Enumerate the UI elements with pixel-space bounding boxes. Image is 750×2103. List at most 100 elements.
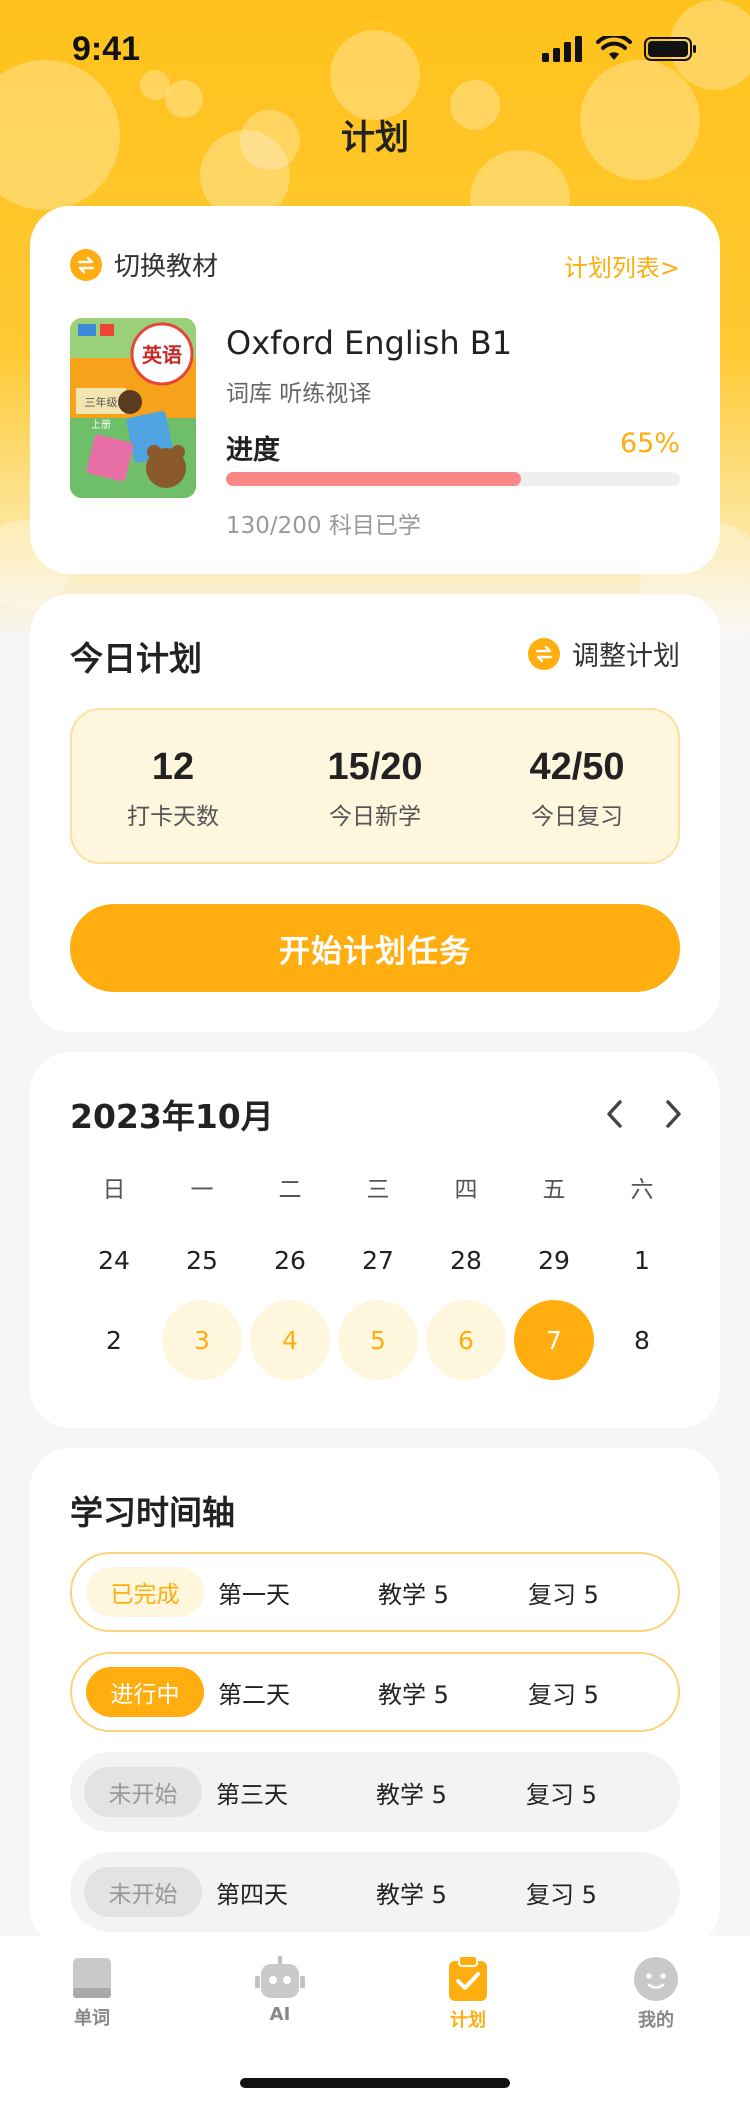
chevron-right-icon (666, 1100, 681, 1128)
status-badge: 已完成 (86, 1567, 204, 1617)
progress-count: 130/200 科目已学 (226, 513, 421, 539)
today-stats: 12 打卡天数 15/20 今日新学 42/50 今日复习 (70, 708, 680, 864)
today-plan-card: 今日计划 调整计划 12 打卡天数 15/20 今日新学 42/50 今日复习 … (30, 594, 720, 1032)
profile-icon (634, 1957, 678, 2001)
svg-text:三年级: 三年级 (85, 395, 118, 409)
page-title: 计划 (341, 118, 409, 158)
svg-text:英语: 英语 (142, 343, 182, 367)
signal-icon (542, 36, 582, 62)
battery-icon (644, 37, 696, 61)
adjust-plan-label: 调整计划 (572, 641, 680, 672)
timeline-teach: 教学 5 (376, 1880, 447, 1909)
clipboard-check-icon (449, 1956, 487, 2001)
tab-plan[interactable]: 计划 (408, 1956, 528, 2032)
status-badge: 进行中 (86, 1667, 204, 1717)
status-badge: 未开始 (84, 1867, 202, 1917)
calendar-day[interactable]: 27 (334, 1220, 422, 1300)
timeline-review: 复习 5 (526, 1880, 597, 1909)
timeline-review: 复习 5 (528, 1580, 599, 1609)
robot-icon (255, 1956, 305, 1998)
calendar-day[interactable]: 25 (158, 1220, 246, 1300)
timeline-teach: 教学 5 (378, 1580, 449, 1609)
stat-label: 打卡天数 (127, 804, 219, 830)
progress-label: 进度 (226, 435, 280, 466)
calendar-day-planned[interactable]: 5 (334, 1300, 422, 1380)
timeline-review: 复习 5 (528, 1680, 599, 1709)
timeline-day: 第一天 (218, 1580, 290, 1609)
day-marker: 3 (162, 1300, 242, 1380)
chevron-left-icon (607, 1100, 622, 1128)
calendar-day[interactable]: 8 (598, 1300, 686, 1380)
progress-bar-fill (226, 472, 522, 486)
status-time: 9:41 (72, 30, 141, 68)
tab-profile[interactable]: 我的 (596, 1956, 716, 2032)
calendar-day[interactable]: 28 (422, 1220, 510, 1300)
tab-label: 我的 (638, 2010, 674, 2031)
progress-bar (226, 472, 680, 486)
timeline-title: 学习时间轴 (70, 1493, 235, 1532)
weekday-header: 日 一 二 三 四 五 六 (70, 1162, 686, 1212)
stat-value: 15/20 (327, 746, 423, 788)
weekday-label: 二 (278, 1177, 302, 1203)
calendar-day[interactable]: 2 (70, 1300, 158, 1380)
stat-label: 今日复习 (531, 804, 623, 830)
stat-checkin-days: 12 打卡天数 (72, 710, 274, 862)
wifi-icon (596, 36, 632, 60)
start-plan-button[interactable]: 开始计划任务 (70, 904, 680, 992)
swap-icon (528, 637, 560, 670)
calendar-week: 2 3 4 5 6 7 8 (70, 1300, 686, 1380)
weekday-label: 日 (102, 1177, 126, 1203)
timeline-teach: 教学 5 (378, 1680, 449, 1709)
calendar-day[interactable]: 1 (598, 1220, 686, 1300)
timeline-review: 复习 5 (526, 1780, 597, 1809)
stat-review-today: 42/50 今日复习 (476, 710, 678, 862)
tab-ai[interactable]: AI (220, 1956, 340, 2025)
timeline-row[interactable]: 进行中 第二天 教学 5 复习 5 (70, 1652, 680, 1732)
weekday-label: 四 (454, 1177, 478, 1203)
stat-label: 今日新学 (329, 804, 421, 830)
textbook-subtitle: 词库 听练视译 (226, 381, 372, 407)
timeline-day: 第二天 (218, 1680, 290, 1709)
calendar-day[interactable]: 29 (510, 1220, 598, 1300)
switch-textbook-button[interactable]: 切换教材 (70, 246, 218, 283)
day-marker: 4 (250, 1300, 330, 1380)
calendar-day-planned[interactable]: 3 (158, 1300, 246, 1380)
calendar-day-planned[interactable]: 4 (246, 1300, 334, 1380)
textbook-cover: 英语 三年级 上册 (70, 318, 196, 498)
status-badge: 未开始 (84, 1767, 202, 1817)
prev-month-button[interactable] (594, 1094, 634, 1134)
calendar-card: 2023年10月 日 一 二 三 四 五 六 24 25 26 27 28 29… (30, 1052, 720, 1428)
today-plan-title: 今日计划 (70, 639, 202, 678)
tab-label: 计划 (450, 2010, 486, 2031)
calendar-day-selected[interactable]: 7 (510, 1300, 598, 1380)
switch-textbook-label: 切换教材 (114, 252, 219, 282)
day-marker: 6 (426, 1300, 506, 1380)
calendar-day[interactable]: 24 (70, 1220, 158, 1300)
tab-label: 单词 (74, 2008, 110, 2029)
stat-new-today: 15/20 今日新学 (274, 710, 476, 862)
swap-icon (70, 248, 102, 281)
day-marker: 5 (338, 1300, 418, 1380)
progress-percent: 65% (619, 428, 680, 459)
timeline-row[interactable]: 未开始 第三天 教学 5 复习 5 (70, 1752, 680, 1832)
weekday-label: 一 (190, 1177, 214, 1203)
weekday-label: 五 (542, 1177, 566, 1203)
weekday-label: 三 (366, 1177, 390, 1203)
timeline-row[interactable]: 已完成 第一天 教学 5 复习 5 (70, 1552, 680, 1632)
weekday-label: 六 (630, 1177, 654, 1203)
timeline-teach: 教学 5 (376, 1780, 447, 1809)
stat-value: 42/50 (529, 746, 625, 788)
tab-label: AI (269, 2004, 291, 2025)
svg-text:上册: 上册 (91, 419, 111, 431)
day-marker: 7 (514, 1300, 594, 1380)
next-month-button[interactable] (654, 1094, 694, 1134)
calendar-day-planned[interactable]: 6 (422, 1300, 510, 1380)
timeline-day: 第三天 (216, 1780, 288, 1809)
tab-words[interactable]: 单词 (32, 1956, 152, 2030)
timeline-row[interactable]: 未开始 第四天 教学 5 复习 5 (70, 1852, 680, 1932)
adjust-plan-button[interactable]: 调整计划 (528, 634, 680, 673)
calendar-month-title: 2023年10月 (70, 1097, 274, 1136)
textbook-title: Oxford English B1 (226, 324, 513, 362)
calendar-day[interactable]: 26 (246, 1220, 334, 1300)
plan-list-link[interactable]: 计划列表> (564, 248, 680, 283)
